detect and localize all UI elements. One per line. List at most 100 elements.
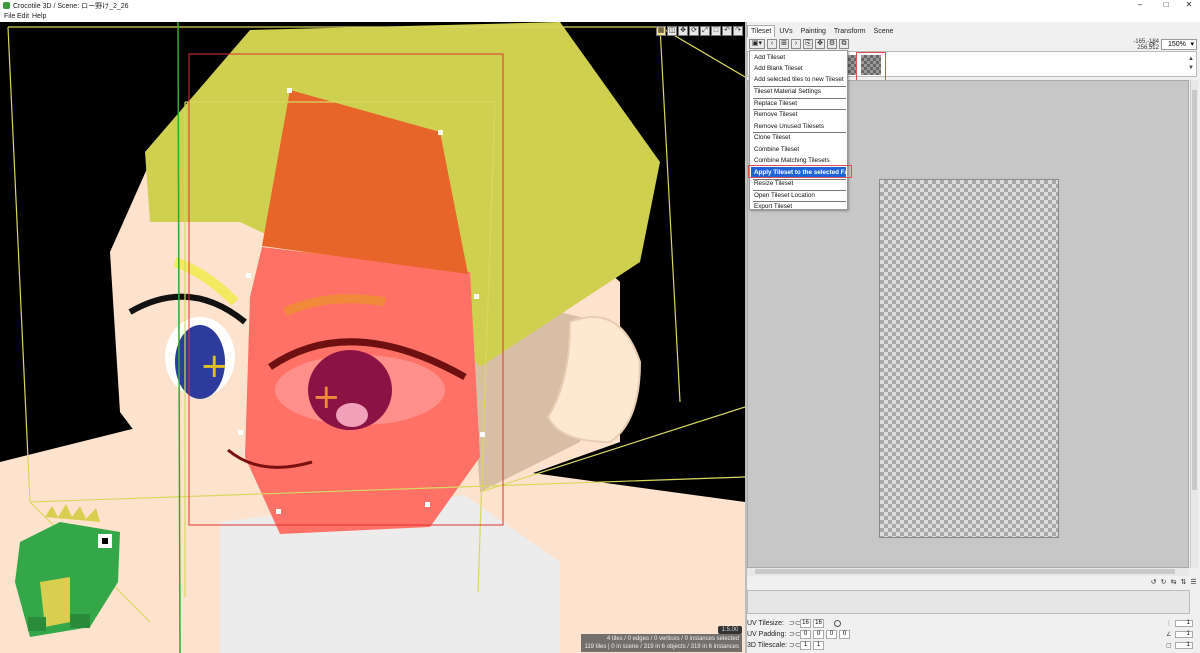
uv-padding-label: UV Padding:: [747, 630, 787, 638]
menu-item-resize-tileset[interactable]: Resize Tileset: [751, 178, 846, 189]
tab-transform[interactable]: Transform: [830, 25, 870, 37]
right-eye-highlight: [336, 403, 368, 427]
right-value-row-3: ▢ 1: [1166, 641, 1196, 649]
right-value-3[interactable]: 1: [1175, 641, 1193, 649]
canvas-horizontal-scrollbar[interactable]: [747, 568, 1189, 576]
tab-uvs[interactable]: UVs: [775, 25, 796, 37]
canvas-vertical-scrollbar[interactable]: [1190, 80, 1198, 568]
menu-item-add-tileset[interactable]: Add Tileset: [751, 52, 846, 63]
status-line-2: 119 tiles | 0 in scene / 319 in 6 object…: [584, 644, 739, 650]
preview-area: [747, 590, 1190, 614]
link-icon[interactable]: ⊃⊂: [789, 630, 801, 638]
tileset-thumbnail[interactable]: [848, 55, 856, 75]
viewport-3d[interactable]: + + ▦ ◫ ✥ ⟳ ⤢ □ ↶ ↷ 1:5.00 4 tiles / 0 e…: [0, 22, 745, 653]
link-icon[interactable]: ⊃⊂: [789, 619, 801, 627]
right-value-row-2: ∠ 1: [1166, 630, 1196, 638]
prev-tileset-button[interactable]: ‹: [767, 39, 777, 49]
menu-item-clone-tileset[interactable]: Clone Tileset: [751, 132, 846, 143]
menu-item-material-settings[interactable]: Tileset Material Settings: [751, 86, 846, 97]
next-tileset-button[interactable]: ›: [791, 39, 801, 49]
panel-tabs: Tileset UVs Painting Transform Scene: [747, 25, 897, 37]
uv-tilesize-label: UV Tilesize:: [747, 619, 784, 627]
redo-icon[interactable]: ↷: [733, 26, 743, 36]
uv-padding-row: UV Padding: ⊃⊂ 0 0 0 0: [747, 629, 850, 639]
undo-icon[interactable]: ↶: [722, 26, 732, 36]
move-tool-icon[interactable]: ✥: [815, 39, 825, 49]
tileset-context-menu: Add Tileset Add Blank Tileset Add select…: [749, 50, 848, 210]
highlighted-item-outline: [748, 165, 852, 178]
copy-icon[interactable]: ⎘: [803, 39, 813, 49]
rotate-icon[interactable]: ⟳: [689, 26, 699, 36]
tileset-grid-button[interactable]: ⊞: [779, 39, 789, 49]
uv-tilesize-x[interactable]: 16: [800, 618, 811, 628]
menu-item-remove-tileset[interactable]: Remove Tileset: [751, 109, 846, 120]
zoom-select[interactable]: 150% ▾: [1161, 39, 1197, 50]
viewport-toolbar: ▦ ◫ ✥ ⟳ ⤢ □ ↶ ↷: [656, 26, 743, 36]
menu-item-add-selected-tiles[interactable]: Add selected tiles to new Tileset: [751, 74, 846, 85]
grid-icon[interactable]: ▦: [656, 26, 666, 36]
strip-scroll-arrows[interactable]: ▲ ▼: [1188, 55, 1194, 73]
uv-padding-2[interactable]: 0: [813, 629, 824, 639]
flip-vertical-icon[interactable]: ⇅: [1179, 578, 1188, 587]
menu-item-combine-tileset[interactable]: Combine Tileset: [751, 144, 846, 155]
menu-item-replace-tileset[interactable]: Replace Tileset: [751, 98, 846, 109]
tab-tileset[interactable]: Tileset: [747, 25, 776, 37]
move-icon[interactable]: ✥: [678, 26, 688, 36]
tilescale-3d-label: 3D Tilescale:: [747, 641, 788, 649]
viewport-zoom-badge: 1:5.00: [718, 626, 742, 634]
tab-scene[interactable]: Scene: [870, 25, 898, 37]
vertical-scroll-thumb[interactable]: [1192, 90, 1197, 490]
canvas-tool-icons: ↺ ↻ ⇆ ⇅ ☰: [1149, 578, 1198, 588]
uv-tilesize-row: UV Tilesize: ⊃⊂ 16 16: [747, 618, 841, 628]
menu-item-export-tileset[interactable]: Export Tileset: [751, 201, 846, 212]
rotate-right-icon[interactable]: ↻: [1159, 578, 1168, 587]
duplicate-icon[interactable]: ⧉: [839, 39, 849, 49]
uv-padding-3[interactable]: 0: [826, 629, 837, 639]
menu-item-remove-unused[interactable]: Remove Unused Tilesets: [751, 121, 846, 132]
app-logo-icon: [3, 2, 10, 9]
tileset-image-area[interactable]: [879, 179, 1059, 538]
refresh-icon[interactable]: ⟳: [1149, 40, 1156, 49]
rotate-left-icon[interactable]: ↺: [1149, 578, 1158, 587]
uv-tilesize-radio[interactable]: [834, 619, 841, 627]
menu-bar: File Edit Help: [0, 11, 1200, 22]
scale-icon[interactable]: ⤢: [700, 26, 710, 36]
menu-edit[interactable]: Edit: [17, 13, 29, 20]
left-eye-sparkle: +: [200, 346, 229, 386]
tile-properties: UV Tilesize: ⊃⊂ 16 16 UV Padding: ⊃⊂ 0 0…: [747, 618, 1200, 653]
grid-small-icon: ⋮: [1166, 620, 1172, 627]
square-icon: ▢: [1166, 642, 1172, 649]
close-button[interactable]: ✕: [1176, 0, 1200, 11]
tilescale-3d-y[interactable]: 1: [813, 640, 824, 650]
tilescale-3d-x[interactable]: 1: [800, 640, 811, 650]
link-icon[interactable]: ⊃⊂: [789, 641, 801, 649]
cube-icon[interactable]: ◫: [667, 26, 677, 36]
flip-horizontal-icon[interactable]: ⇆: [1169, 578, 1178, 587]
right-value-1[interactable]: 1: [1175, 619, 1193, 627]
chevron-down-icon: ▾: [1190, 41, 1194, 48]
title-bar: Crocotile 3D / Scene: ロー野け_2_26 – □ ✕: [0, 0, 1200, 11]
options-icon[interactable]: ☰: [1189, 578, 1198, 587]
tileset-menu-button[interactable]: ▣▾: [749, 39, 765, 49]
menu-item-add-blank-tileset[interactable]: Add Blank Tileset: [751, 63, 846, 74]
status-line-1: 4 tiles / 0 edges / 0 vertices / 0 insta…: [606, 636, 739, 642]
tab-painting[interactable]: Painting: [797, 25, 830, 37]
frame-icon[interactable]: □: [711, 26, 721, 36]
uv-tilesize-y[interactable]: 16: [813, 618, 824, 628]
tileset-toolbar: ▣▾ ‹ ⊞ › ⎘ ✥ ⚙ ⧉: [749, 39, 849, 50]
right-value-2[interactable]: 1: [1175, 630, 1193, 638]
window-title: Crocotile 3D / Scene: ロー野け_2_26: [13, 3, 129, 10]
settings-icon[interactable]: ⚙: [827, 39, 837, 49]
uv-padding-4[interactable]: 0: [839, 629, 850, 639]
right-eye-sparkle: +: [312, 377, 341, 417]
menu-file[interactable]: File: [4, 13, 15, 20]
menu-item-open-location[interactable]: Open Tileset Location: [751, 190, 846, 201]
menu-help[interactable]: Help: [32, 13, 46, 20]
minimize-button[interactable]: –: [1127, 0, 1153, 11]
tilescale-3d-row: 3D Tilescale: ⊃⊂ 1 1: [747, 640, 824, 650]
right-value-row-1: ⋮ 1: [1166, 619, 1196, 627]
angle-icon: ∠: [1166, 631, 1172, 638]
uv-padding-1[interactable]: 0: [800, 629, 811, 639]
horizontal-scroll-thumb[interactable]: [755, 569, 1175, 574]
scene-render: + +: [0, 22, 745, 653]
